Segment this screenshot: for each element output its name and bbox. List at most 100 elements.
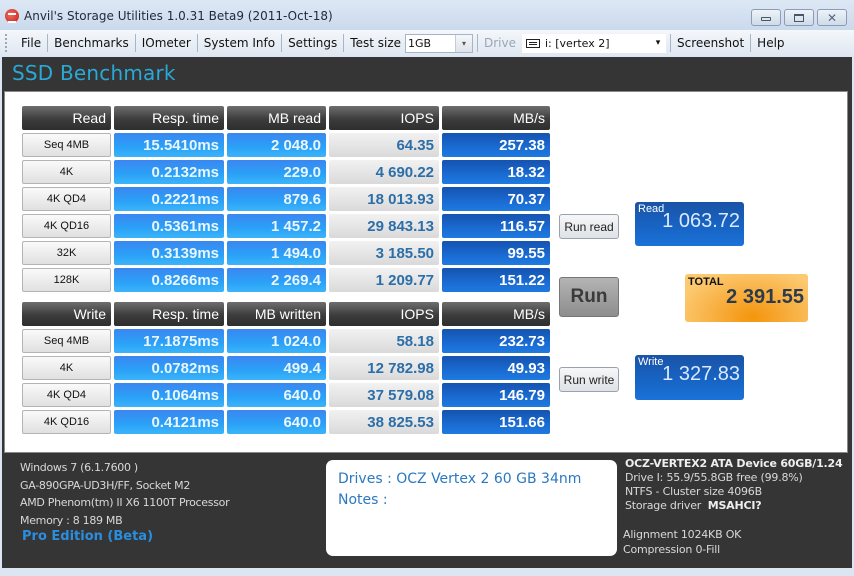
mbs-value: 99.55: [442, 241, 550, 265]
iops-value: 12 782.98: [329, 356, 439, 380]
row-label-button[interactable]: 128K: [22, 268, 111, 292]
menu-system-info[interactable]: System Info: [198, 34, 281, 52]
main-panel: SSD Benchmark Read Resp. time MB read IO…: [2, 57, 852, 568]
mb-value: 640.0: [227, 410, 326, 434]
benchmark-area: Read Resp. time MB read IOPS MB/s Seq 4M…: [4, 91, 848, 453]
menu-bar: File Benchmarks IOmeter System Info Sett…: [0, 30, 854, 56]
minimize-button[interactable]: [751, 9, 781, 26]
write-table: Write Resp. time MB written IOPS MB/s Se…: [22, 302, 553, 437]
mb-value: 499.4: [227, 356, 326, 380]
storage-driver: Storage driver MSAHCI?: [625, 499, 842, 513]
test-size-label: Test size: [350, 36, 401, 50]
header-iops: IOPS: [329, 302, 439, 326]
menu-settings[interactable]: Settings: [282, 34, 343, 52]
row-label-button[interactable]: 4K QD16: [22, 410, 111, 434]
table-row: 4K QD4 0.1064ms 640.0 37 579.08 146.79: [22, 383, 553, 410]
write-table-header: Write Resp. time MB written IOPS MB/s: [22, 302, 553, 326]
cpu-info: AMD Phenom(tm) II X6 1100T Processor: [20, 496, 230, 509]
mb-value: 1 494.0: [227, 241, 326, 265]
drive-select[interactable]: i: [vertex 2] ▾: [522, 33, 666, 53]
close-button[interactable]: ✕: [817, 9, 847, 26]
mbs-value: 151.66: [442, 410, 550, 434]
edition-label: Pro Edition (Beta): [22, 529, 154, 544]
run-write-button[interactable]: Run write: [559, 367, 619, 392]
header-resp-time: Resp. time: [114, 106, 224, 130]
row-label-button[interactable]: 4K QD4: [22, 383, 111, 407]
table-row: 4K QD4 0.2221ms 879.6 18 013.93 70.37: [22, 187, 553, 214]
storage-driver-label: Storage driver: [625, 499, 702, 512]
table-row: 4K 0.0782ms 499.4 12 782.98 49.93: [22, 356, 553, 383]
menu-iometer[interactable]: IOmeter: [136, 34, 197, 52]
read-score-value: 1 063.72: [662, 210, 740, 232]
iops-value: 3 185.50: [329, 241, 439, 265]
memory-info: Memory : 8 189 MB: [20, 513, 123, 527]
table-row: 32K 0.3139ms 1 494.0 3 185.50 99.55: [22, 241, 553, 268]
drive-space: Drive I: 55.9/55.8GB free (99.8%): [625, 471, 803, 484]
mbs-value: 232.73: [442, 329, 550, 353]
write-score-value: 1 327.83: [662, 363, 740, 385]
os-info: Windows 7 (6.1.7600 ): [20, 461, 138, 474]
resp-time-value: 0.8266ms: [114, 268, 224, 292]
resp-time-value: 0.2221ms: [114, 187, 224, 211]
motherboard-info: GA-890GPA-UD3H/FF, Socket M2: [20, 478, 191, 492]
chevron-down-icon[interactable]: ▾: [650, 38, 666, 48]
resp-time-value: 15.5410ms: [114, 133, 224, 157]
filesystem-info: NTFS - Cluster size 4096B: [625, 485, 762, 498]
row-label-button[interactable]: 4K QD4: [22, 187, 111, 211]
drives-note: Drives : OCZ Vertex 2 60 GB 34nm: [338, 471, 582, 487]
mb-value: 640.0: [227, 383, 326, 407]
device-info: OCZ-VERTEX2 ATA Device 60GB/1.24 Drive I…: [625, 457, 843, 513]
window-title: Anvil's Storage Utilities 1.0.31 Beta9 (…: [24, 9, 333, 23]
iops-value: 38 825.53: [329, 410, 439, 434]
maximize-icon: [794, 13, 804, 22]
run-button[interactable]: Run: [559, 277, 619, 317]
iops-value: 1 209.77: [329, 268, 439, 292]
device-name: OCZ-VERTEX2 ATA Device 60GB/1.24: [625, 457, 843, 470]
run-read-button[interactable]: Run read: [559, 214, 619, 239]
read-score-label: Read: [638, 203, 665, 215]
menu-help[interactable]: Help: [751, 34, 790, 52]
chevron-down-icon[interactable]: ▾: [455, 34, 472, 52]
row-label-button[interactable]: Seq 4MB: [22, 329, 111, 353]
storage-driver-value: MSAHCI?: [707, 499, 762, 512]
iops-value: 29 843.13: [329, 214, 439, 238]
resp-time-value: 0.2132ms: [114, 160, 224, 184]
write-score: Write 1 327.83: [635, 355, 744, 400]
mb-value: 879.6: [227, 187, 326, 211]
iops-value: 4 690.22: [329, 160, 439, 184]
toolbar-grip[interactable]: [5, 34, 9, 52]
drive-label: Drive: [484, 36, 516, 50]
minimize-icon: [761, 17, 771, 21]
compression-info: Compression 0-Fill: [623, 542, 720, 556]
maximize-button[interactable]: [784, 9, 814, 26]
menu-benchmarks[interactable]: Benchmarks: [48, 34, 135, 52]
menu-file[interactable]: File: [15, 34, 47, 52]
row-label-button[interactable]: 4K QD16: [22, 214, 111, 238]
table-row: 4K QD16 0.4121ms 640.0 38 825.53 151.66: [22, 410, 553, 437]
system-info: Windows 7 (6.1.7600 ) GA-890GPA-UD3H/FF,…: [20, 459, 230, 529]
mbs-value: 70.37: [442, 187, 550, 211]
header-mb-read: MB read: [227, 106, 326, 130]
drive-icon: [526, 38, 540, 48]
drive-value: i: [vertex 2]: [545, 36, 610, 50]
header-iops: IOPS: [329, 106, 439, 130]
row-label-button[interactable]: 32K: [22, 241, 111, 265]
mbs-value: 116.57: [442, 214, 550, 238]
notes-box[interactable]: Drives : OCZ Vertex 2 60 GB 34nm Notes :: [326, 460, 617, 556]
test-size-select[interactable]: 1GB ▾: [405, 33, 473, 53]
app-icon: [5, 9, 19, 23]
mbs-value: 49.93: [442, 356, 550, 380]
table-row: Seq 4MB 15.5410ms 2 048.0 64.35 257.38: [22, 133, 553, 160]
row-label-button[interactable]: 4K: [22, 356, 111, 380]
resp-time-value: 0.1064ms: [114, 383, 224, 407]
iops-value: 18 013.93: [329, 187, 439, 211]
device-extra-info: Alignment 1024KB OK Compression 0-Fill: [623, 528, 741, 557]
title-bar: Anvil's Storage Utilities 1.0.31 Beta9 (…: [0, 0, 854, 30]
mb-value: 2 048.0: [227, 133, 326, 157]
header-mbs: MB/s: [442, 302, 550, 326]
total-score-value: 2 391.55: [726, 286, 804, 308]
table-row: Seq 4MB 17.1875ms 1 024.0 58.18 232.73: [22, 329, 553, 356]
row-label-button[interactable]: Seq 4MB: [22, 133, 111, 157]
menu-screenshot[interactable]: Screenshot: [671, 34, 750, 52]
row-label-button[interactable]: 4K: [22, 160, 111, 184]
